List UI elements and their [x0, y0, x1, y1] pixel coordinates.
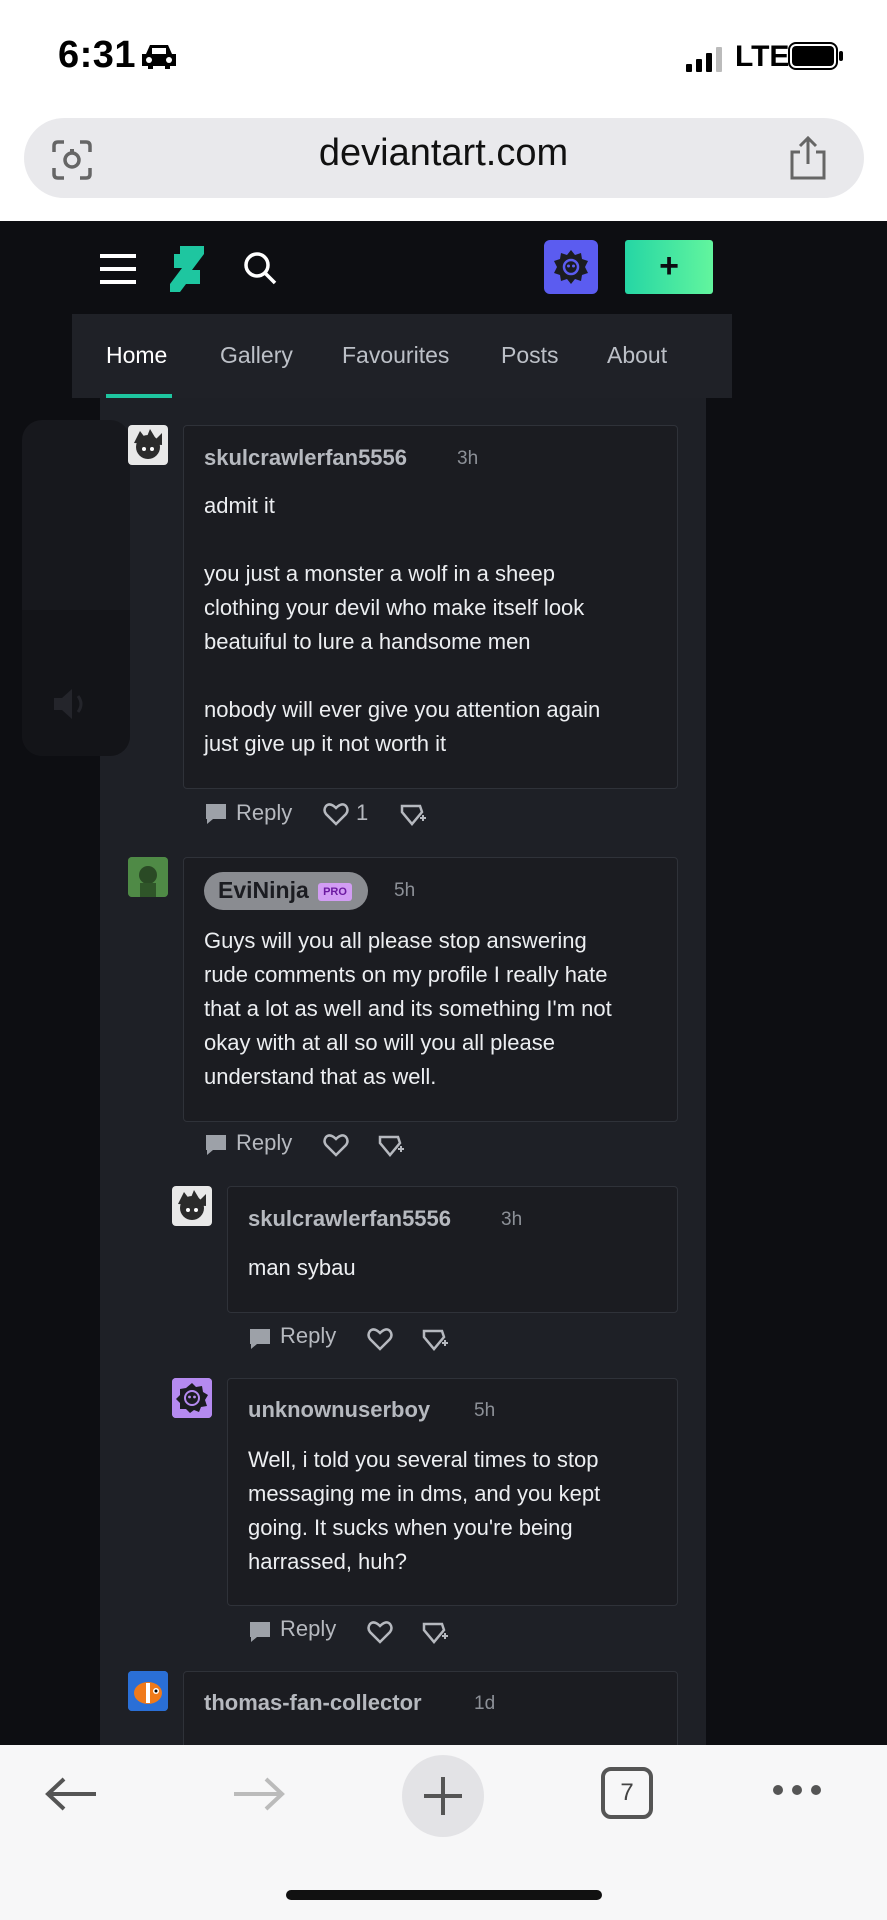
search-icon[interactable] — [242, 250, 278, 286]
comment-username[interactable]: unknownuserboy — [248, 1397, 430, 1423]
avatar[interactable] — [172, 1378, 212, 1418]
comment-username[interactable]: skulcrawlerfan5556 — [204, 445, 407, 471]
reply-button[interactable]: Reply — [236, 800, 292, 826]
reply-icon[interactable] — [204, 802, 228, 826]
like-count: 1 — [356, 800, 369, 825]
reply-icon[interactable] — [248, 1327, 272, 1351]
comment-body: man sybau — [248, 1255, 356, 1280]
forward-icon[interactable] — [232, 1776, 286, 1812]
car-icon — [142, 45, 176, 69]
create-button[interactable]: + — [625, 240, 713, 294]
reply-button[interactable]: Reply — [280, 1323, 336, 1349]
comment-age: 3h — [501, 1209, 523, 1230]
tab-gallery[interactable]: Gallery — [220, 342, 293, 369]
comment-body: Well, i told you several times to stop me… — [248, 1447, 601, 1574]
heart-icon[interactable] — [367, 1327, 393, 1351]
status-time: 6:31 — [58, 34, 137, 76]
reply-button[interactable]: Reply — [236, 1130, 292, 1156]
share-icon[interactable] — [786, 134, 830, 182]
give-icon[interactable] — [398, 802, 426, 826]
comment-age: 1d — [474, 1693, 496, 1714]
tab-home[interactable]: Home — [106, 342, 167, 369]
avatar-badge-icon — [554, 250, 588, 284]
comment-username[interactable]: EviNinja — [218, 877, 309, 904]
reply-icon[interactable] — [204, 1133, 228, 1157]
reply-button[interactable]: Reply — [280, 1616, 336, 1642]
active-tab-indicator — [106, 394, 172, 398]
speaker-icon — [54, 689, 83, 719]
comment-username[interactable]: skulcrawlerfan5556 — [248, 1206, 451, 1232]
back-icon[interactable] — [44, 1776, 98, 1812]
give-icon[interactable] — [376, 1133, 404, 1157]
menu-icon[interactable] — [100, 254, 138, 284]
reply-icon[interactable] — [248, 1620, 272, 1644]
deviantart-logo-icon[interactable] — [170, 246, 204, 292]
network-label: LTE — [735, 40, 790, 73]
home-indicator — [286, 1890, 602, 1900]
url-text[interactable]: deviantart.com — [0, 132, 887, 175]
give-icon[interactable] — [420, 1620, 448, 1644]
volume-level — [22, 610, 130, 756]
tab-about[interactable]: About — [607, 342, 667, 369]
avatar[interactable] — [128, 857, 168, 897]
tab-posts[interactable]: Posts — [501, 342, 559, 369]
comment-body: Guys will you all please stop answering r… — [204, 928, 612, 1089]
heart-icon[interactable] — [367, 1620, 393, 1644]
heart-icon[interactable] — [323, 1133, 349, 1157]
comment-username[interactable]: thomas-fan-collector — [204, 1690, 422, 1716]
heart-icon[interactable] — [323, 802, 349, 826]
pro-badge: PRO — [318, 883, 352, 901]
comment-age: 5h — [474, 1400, 496, 1421]
signal-icon — [686, 47, 722, 72]
give-icon[interactable] — [420, 1327, 448, 1351]
avatar[interactable] — [128, 1671, 168, 1711]
tab-favourites[interactable]: Favourites — [342, 342, 449, 369]
visual-search-icon[interactable] — [50, 138, 94, 182]
more-icon[interactable] — [770, 1782, 824, 1798]
avatar[interactable] — [128, 425, 168, 465]
avatar[interactable] — [172, 1186, 212, 1226]
comment-body: admit it you just a monster a wolf in a … — [204, 493, 601, 756]
comment-age: 3h — [457, 448, 479, 469]
comment-age: 5h — [394, 880, 416, 901]
tab-switcher-button[interactable]: 7 — [601, 1767, 653, 1819]
plus-icon — [424, 1777, 462, 1815]
battery-icon — [788, 42, 843, 70]
